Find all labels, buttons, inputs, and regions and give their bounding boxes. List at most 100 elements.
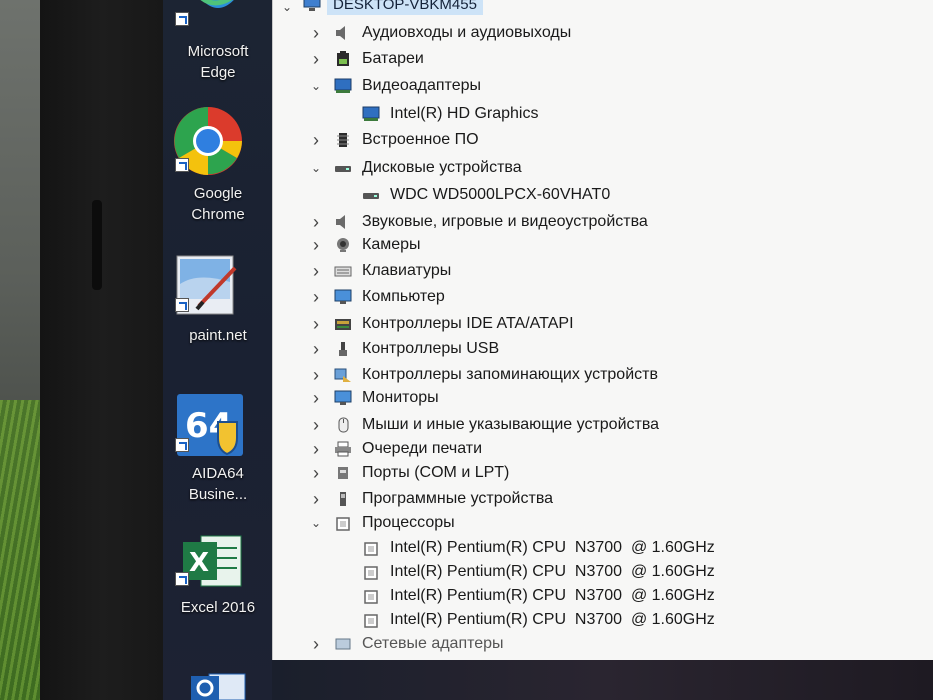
- desktop-icon-label: Google: [193, 185, 243, 202]
- desktop-icon-label: Edge: [200, 64, 236, 81]
- desktop-icon-label: Microsoft: [187, 43, 249, 60]
- chevron-right-icon[interactable]: ›: [310, 632, 322, 656]
- desktop-icon-aida64[interactable]: 64 AIDA64 Busine...: [163, 392, 273, 505]
- desktop-icon-edge[interactable]: Microsoft Edge: [163, 0, 273, 83]
- chevron-right-icon[interactable]: ›: [310, 21, 322, 45]
- tree-item-label: Компьютер: [362, 288, 445, 305]
- tree-item-label: Звуковые, игровые и видеоустройства: [362, 213, 648, 230]
- tree-item[interactable]: ⌄ Дисковые устройства: [273, 156, 933, 180]
- camera-icon: [337, 238, 349, 252]
- tree-item-label: Контроллеры запоминающих устройств: [362, 366, 658, 383]
- chevron-right-icon[interactable]: ›: [310, 437, 322, 461]
- desktop-icon-label: paint.net: [189, 327, 247, 344]
- tree-item[interactable]: › Контроллеры запоминающих устройств: [273, 363, 933, 387]
- svg-text:X: X: [189, 548, 209, 578]
- chevron-down-icon[interactable]: ⌄: [281, 0, 293, 19]
- software-device-icon: [340, 492, 346, 506]
- processor-icon: [364, 614, 378, 628]
- chevron-down-icon[interactable]: ⌄: [310, 511, 322, 535]
- desktop-icon-label: Chrome: [191, 206, 245, 223]
- tree-item[interactable]: › Порты (COM и LPT): [273, 461, 933, 485]
- chevron-right-icon[interactable]: ›: [310, 210, 322, 234]
- desktop-icon-paintnet[interactable]: paint.net: [163, 254, 273, 346]
- tree-item[interactable]: Intel(R) Pentium(R) CPU N3700 @ 1.60GHz: [273, 608, 933, 632]
- network-adapter-icon: [335, 638, 351, 650]
- tree-item-label: Intel(R) Pentium(R) CPU N3700 @ 1.60GHz: [390, 611, 715, 628]
- tree-item-label: Дисковые устройства: [362, 159, 522, 176]
- tree-item-label: Программные устройства: [362, 490, 554, 507]
- storage-controller-icon: [334, 368, 351, 382]
- screen-bottom: [272, 660, 933, 700]
- chevron-right-icon[interactable]: ›: [310, 386, 322, 410]
- chevron-right-icon[interactable]: ›: [310, 233, 322, 257]
- speaker-icon: [336, 26, 345, 40]
- shortcut-arrow-icon: [175, 572, 189, 586]
- device-manager-window: ⌄ DESKTOP-VBKM455 › Аудиовходы и аудиовых…: [272, 0, 933, 660]
- tree-item[interactable]: › Очереди печати: [273, 437, 933, 461]
- chevron-right-icon[interactable]: ›: [310, 259, 322, 283]
- tree-item-label: Мониторы: [362, 389, 439, 406]
- desktop-icon-outlook[interactable]: [163, 670, 273, 700]
- keyboard-icon: [334, 266, 352, 277]
- desktop-icon-excel[interactable]: X Excel 2016: [163, 530, 273, 618]
- computer-icon: [303, 0, 321, 11]
- disk-drive-icon: [335, 166, 351, 172]
- tree-item-label: Видеоадаптеры: [362, 77, 481, 94]
- tree-item[interactable]: Intel(R) Pentium(R) CPU N3700 @ 1.60GHz: [273, 584, 933, 608]
- tree-item-label: Встроенное ПО: [362, 131, 479, 148]
- battery-icon: [337, 51, 349, 66]
- tree-item-label: Порты (COM и LPT): [362, 464, 510, 481]
- tree-item[interactable]: › Программные устройства: [273, 487, 933, 511]
- tree-item-label: WDC WD5000LPCX-60VHAT0: [390, 186, 611, 203]
- tree-item[interactable]: WDC WD5000LPCX-60VHAT0: [273, 183, 933, 207]
- tree-item[interactable]: › Аудиовходы и аудиовыходы: [273, 21, 933, 45]
- monitor-icon: [334, 390, 352, 405]
- tree-item[interactable]: Intel(R) Pentium(R) CPU N3700 @ 1.60GHz: [273, 536, 933, 560]
- desktop: Microsoft Edge Google Chrome paint.net 6…: [163, 0, 283, 700]
- chevron-right-icon[interactable]: ›: [310, 487, 322, 511]
- tree-item[interactable]: Intel(R) Pentium(R) CPU N3700 @ 1.60GHz: [273, 560, 933, 584]
- bezel-notch: [92, 200, 102, 290]
- tree-item-label: Intel(R) HD Graphics: [390, 105, 539, 122]
- tree-item[interactable]: › Звуковые, игровые и видеоустройства: [273, 210, 933, 234]
- tree-item[interactable]: ⌄ Видеоадаптеры: [273, 74, 933, 98]
- chevron-down-icon[interactable]: ⌄: [310, 156, 322, 180]
- tree-item-label: Intel(R) Pentium(R) CPU N3700 @ 1.60GHz: [390, 563, 715, 580]
- tree-item[interactable]: › Контроллеры USB: [273, 337, 933, 361]
- shortcut-arrow-icon: [175, 438, 189, 452]
- chevron-down-icon[interactable]: ⌄: [310, 74, 322, 98]
- tree-item[interactable]: › Клавиатуры: [273, 259, 933, 283]
- tree-item-label: Клавиатуры: [362, 262, 452, 279]
- chevron-right-icon[interactable]: ›: [310, 461, 322, 485]
- chevron-right-icon[interactable]: ›: [310, 363, 322, 387]
- tree-item[interactable]: › Мыши и иные указывающие устройства: [273, 413, 933, 437]
- desktop-icon-label: AIDA64: [192, 465, 244, 482]
- tree-item[interactable]: › Камеры: [273, 233, 933, 257]
- chevron-right-icon[interactable]: ›: [310, 337, 322, 361]
- tree-item[interactable]: › Компьютер: [273, 285, 933, 309]
- tree-root[interactable]: ⌄ DESKTOP-VBKM455: [273, 0, 933, 18]
- usb-icon: [339, 342, 347, 356]
- tree-item-label: Контроллеры IDE ATA/ATAPI: [362, 315, 574, 332]
- tree-item[interactable]: › Встроенное ПО: [273, 128, 933, 152]
- tree-item-label: Intel(R) Pentium(R) CPU N3700 @ 1.60GHz: [390, 587, 715, 604]
- tree-item[interactable]: › Сетевые адаптеры: [273, 632, 933, 656]
- tree-item[interactable]: Intel(R) HD Graphics: [273, 102, 933, 126]
- chevron-right-icon[interactable]: ›: [310, 128, 322, 152]
- display-adapter-icon: [362, 106, 380, 121]
- tree-item[interactable]: › Батареи: [273, 47, 933, 71]
- desktop-icon-chrome[interactable]: Google Chrome: [163, 104, 273, 225]
- tree-item[interactable]: › Контроллеры IDE ATA/ATAPI: [273, 312, 933, 336]
- desktop-icon-label: Excel 2016: [180, 599, 256, 616]
- chevron-right-icon[interactable]: ›: [310, 285, 322, 309]
- processor-icon: [336, 517, 350, 531]
- tree-item[interactable]: ⌄ Процессоры: [273, 511, 933, 535]
- chevron-right-icon[interactable]: ›: [310, 413, 322, 437]
- display-adapter-icon: [334, 78, 352, 93]
- chevron-right-icon[interactable]: ›: [310, 47, 322, 71]
- tree-item[interactable]: › Мониторы: [273, 386, 933, 410]
- tree-item-label: Очереди печати: [362, 440, 483, 457]
- shortcut-arrow-icon: [175, 12, 189, 26]
- processor-icon: [364, 590, 378, 604]
- chevron-right-icon[interactable]: ›: [310, 312, 322, 336]
